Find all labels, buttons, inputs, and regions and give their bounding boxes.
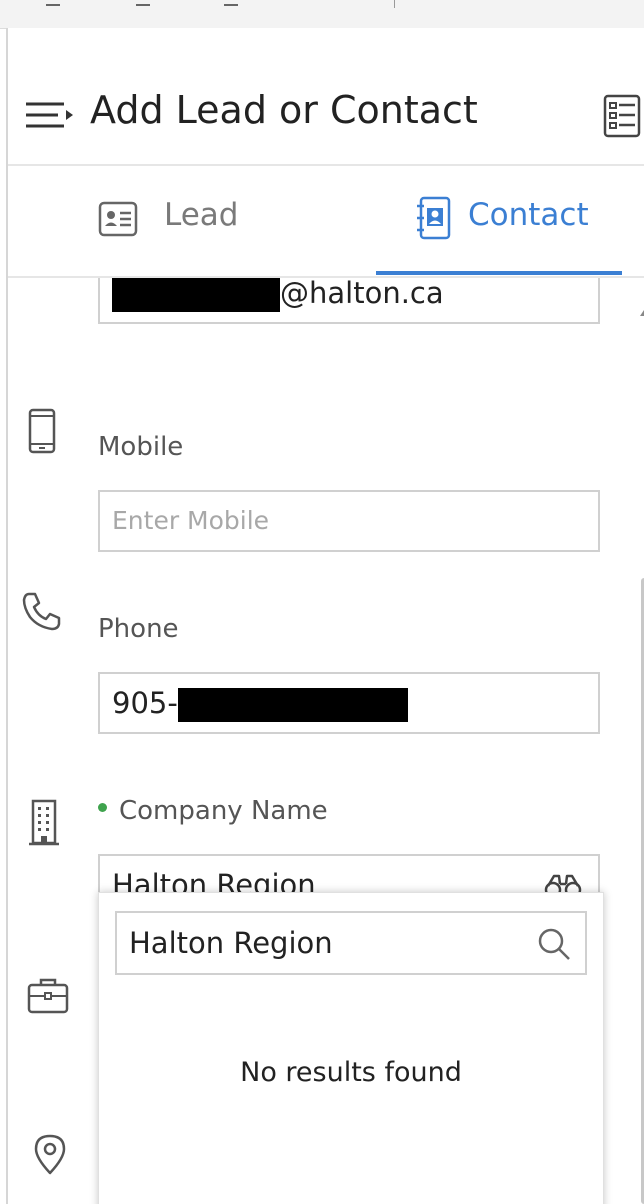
company-lookup-search-value: Halton Region	[129, 926, 333, 960]
mobile-phone-icon	[28, 408, 56, 454]
vertical-scrollbar[interactable]	[638, 278, 644, 1204]
company-name-label-text: Company Name	[119, 796, 328, 826]
search-icon[interactable]	[537, 927, 571, 961]
required-indicator	[98, 803, 107, 812]
mobile-label: Mobile	[98, 432, 184, 462]
checklist-icon[interactable]	[603, 94, 641, 138]
company-lookup-search-input[interactable]: Halton Region	[115, 911, 587, 975]
mobile-input[interactable]: Enter Mobile	[98, 490, 600, 552]
window-top-strip	[0, 0, 644, 29]
panel-header: Add Lead or Contact	[8, 28, 644, 166]
form-scroll-area[interactable]: @halton.ca Mobile Enter Mobile Phone 905…	[8, 278, 644, 1204]
tab-lead[interactable]: Lead	[78, 166, 318, 276]
company-name-label: Company Name	[98, 796, 328, 826]
tab-contact-label: Contact	[468, 197, 589, 233]
toolbar-tick	[46, 0, 60, 6]
tab-contact[interactable]: Contact	[376, 166, 622, 276]
contact-book-icon	[417, 196, 451, 240]
redacted-text	[112, 278, 280, 312]
toolbar-tick	[224, 0, 238, 6]
email-field[interactable]: @halton.ca	[98, 278, 600, 324]
toolbar-tick	[136, 0, 150, 6]
location-pin-icon	[34, 1134, 66, 1175]
phone-input[interactable]: 905-	[98, 672, 600, 734]
building-icon	[29, 799, 59, 846]
lead-card-icon	[98, 201, 138, 237]
active-tab-indicator	[376, 271, 622, 275]
toolbar-separator	[394, 0, 395, 8]
type-tabs: Lead Contact	[8, 166, 644, 278]
redacted-text	[177, 688, 408, 722]
scroll-up-arrow-icon[interactable]	[640, 310, 644, 316]
phone-icon	[22, 592, 61, 631]
briefcase-icon	[27, 978, 69, 1014]
page-title: Add Lead or Contact	[90, 88, 478, 132]
phone-value: 905-	[112, 686, 178, 720]
email-domain: @halton.ca	[280, 278, 444, 310]
tab-lead-label: Lead	[164, 197, 239, 233]
company-lookup-dropdown: Halton Region No results found	[98, 892, 604, 1204]
collapse-menu-icon[interactable]	[24, 100, 74, 130]
no-results-message: No results found	[240, 1057, 462, 1088]
phone-label: Phone	[98, 614, 179, 644]
add-lead-contact-panel: Add Lead or Contact Lead Contact @halton…	[6, 28, 644, 1204]
